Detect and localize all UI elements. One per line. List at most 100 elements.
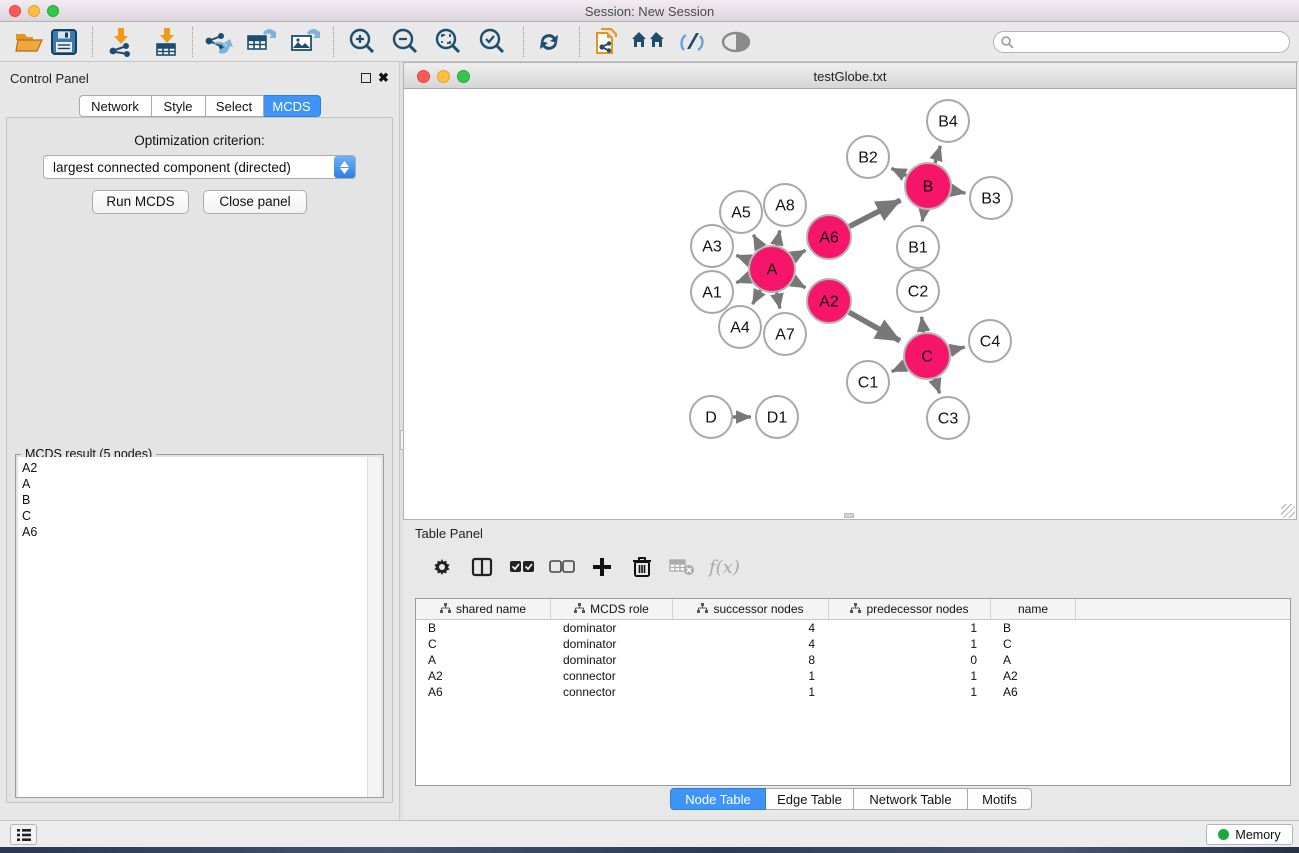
zoom-in-icon[interactable] [344, 25, 380, 59]
column-header-successor-nodes[interactable]: successor nodes [673, 599, 829, 619]
result-item[interactable]: A2 [22, 460, 368, 476]
graph-edge-A2-C[interactable] [849, 312, 900, 341]
column-header-MCDS-role[interactable]: MCDS role [551, 599, 673, 619]
graph-node-A[interactable]: A [749, 246, 795, 292]
close-panel-icon[interactable]: ✖ [378, 70, 389, 86]
result-item[interactable]: A [22, 476, 368, 492]
graph-edge-B-B2[interactable] [891, 168, 906, 175]
table-row[interactable]: A2connector11A2 [416, 668, 1290, 684]
refresh-layout-icon[interactable] [531, 25, 567, 59]
export-network-icon[interactable] [200, 25, 236, 59]
export-image-icon[interactable] [287, 25, 323, 59]
table-row[interactable]: Cdominator41C [416, 636, 1290, 652]
zoom-fit-icon[interactable] [430, 25, 466, 59]
graph-node-D[interactable]: D [690, 396, 732, 438]
network-canvas[interactable]: B4B2BB3A5A8A6A3B1AA1C2A2A4A7C4CC1C3DD1 [403, 89, 1297, 520]
tab-style[interactable]: Style [152, 95, 206, 117]
graph-node-B2[interactable]: B2 [847, 136, 889, 178]
graph-node-A7[interactable]: A7 [764, 313, 806, 355]
search-field[interactable] [993, 31, 1290, 53]
zoom-selected-icon[interactable] [474, 25, 510, 59]
tab-network[interactable]: Network [79, 95, 152, 117]
graph-node-A8[interactable]: A8 [764, 184, 806, 226]
graph-edge-C-C3[interactable] [935, 379, 940, 394]
graph-node-D1[interactable]: D1 [756, 396, 798, 438]
show-graphics-details-icon[interactable] [718, 25, 754, 59]
graph-node-C4[interactable]: C4 [969, 320, 1011, 362]
table-row[interactable]: Adominator80A [416, 652, 1290, 668]
graph-edge-A-A1[interactable] [736, 278, 749, 283]
network-window-titlebar[interactable]: testGlobe.txt [403, 62, 1297, 89]
function-builder-icon[interactable]: f(x) [709, 557, 740, 578]
show-columns-icon[interactable] [469, 554, 495, 580]
export-table-icon[interactable] [243, 25, 279, 59]
graph-edge-C-C2[interactable] [922, 317, 924, 332]
tab-motifs[interactable]: Motifs [968, 788, 1032, 810]
graph-edge-A6-B[interactable] [849, 200, 900, 226]
save-session-icon[interactable] [46, 25, 82, 59]
result-item[interactable]: A6 [22, 524, 368, 540]
graph-edge-B-B3[interactable] [952, 190, 966, 193]
table-row[interactable]: Bdominator41B [416, 620, 1290, 636]
tab-network-table[interactable]: Network Table [854, 788, 968, 810]
zoom-out-icon[interactable] [387, 25, 423, 59]
graph-edge-A-A3[interactable] [736, 255, 749, 260]
graph-node-B[interactable]: B [905, 163, 951, 209]
network-resize-grip[interactable] [1281, 504, 1295, 518]
tab-edge-table[interactable]: Edge Table [766, 788, 854, 810]
import-network-icon[interactable] [102, 25, 138, 59]
table-row[interactable]: A6connector11A6 [416, 684, 1290, 700]
graph-edge-B-B4[interactable] [935, 146, 940, 163]
graph-node-A2[interactable]: A2 [807, 279, 851, 323]
tab-node-table[interactable]: Node Table [670, 788, 766, 810]
tab-select[interactable]: Select [206, 95, 264, 117]
graph-node-C1[interactable]: C1 [847, 361, 889, 403]
graph-node-A6[interactable]: A6 [807, 215, 851, 259]
search-input[interactable] [1014, 33, 1289, 51]
graph-edge-B-B1[interactable] [922, 210, 924, 222]
open-file-icon[interactable] [11, 25, 47, 59]
network-document-icon[interactable] [589, 25, 625, 59]
graph-node-C[interactable]: C [904, 333, 950, 379]
graph-edge-C-C1[interactable] [892, 366, 905, 372]
column-header-name[interactable]: name [991, 599, 1076, 619]
network-graph[interactable]: B4B2BB3A5A8A6A3B1AA1C2A2A4A7C4CC1C3DD1 [404, 89, 1296, 518]
graph-node-C2[interactable]: C2 [897, 270, 939, 312]
delete-columns-icon[interactable] [629, 554, 655, 580]
column-header-shared-name[interactable]: shared name [416, 599, 551, 619]
import-table-icon[interactable] [148, 25, 184, 59]
result-item[interactable]: B [22, 492, 368, 508]
mcds-result-list[interactable]: A2ABCA6 [18, 457, 369, 797]
tab-mcds[interactable]: MCDS [264, 95, 321, 117]
graph-node-B3[interactable]: B3 [970, 177, 1012, 219]
result-item[interactable]: C [22, 508, 368, 524]
delete-table-icon[interactable] [669, 554, 695, 580]
graph-edge-A-A6[interactable] [793, 250, 806, 257]
table-settings-icon[interactable] [429, 554, 455, 580]
graph-node-A3[interactable]: A3 [691, 225, 733, 267]
graph-edge-A-A8[interactable] [777, 230, 780, 245]
select-all-rows-icon[interactable] [509, 554, 535, 580]
criterion-dropdown[interactable]: largest connected component (directed) [43, 155, 356, 179]
result-list-scrollbar[interactable] [367, 457, 381, 797]
add-column-icon[interactable] [589, 554, 615, 580]
network-scroll-thumb[interactable] [844, 513, 854, 518]
float-panel-icon[interactable] [361, 73, 371, 83]
graph-edge-A-A2[interactable] [793, 281, 806, 288]
home-cybrowser-icon[interactable] [630, 25, 666, 59]
graph-node-A1[interactable]: A1 [691, 271, 733, 313]
graph-edge-C-C4[interactable] [950, 347, 964, 350]
graph-edge-A-A5[interactable] [753, 235, 760, 248]
graph-node-A4[interactable]: A4 [719, 306, 761, 348]
graph-edge-A-A4[interactable] [753, 290, 761, 304]
graph-node-B1[interactable]: B1 [897, 226, 939, 268]
deselect-all-rows-icon[interactable] [549, 554, 575, 580]
run-mcds-button[interactable]: Run MCDS [92, 190, 189, 214]
task-history-button[interactable] [10, 824, 37, 845]
hide-labels-icon[interactable] [673, 25, 709, 59]
graph-node-A5[interactable]: A5 [720, 191, 762, 233]
close-panel-button[interactable]: Close panel [203, 190, 307, 214]
graph-node-B4[interactable]: B4 [927, 100, 969, 142]
memory-button[interactable]: Memory [1206, 824, 1293, 845]
column-header-predecessor-nodes[interactable]: predecessor nodes [829, 599, 991, 619]
